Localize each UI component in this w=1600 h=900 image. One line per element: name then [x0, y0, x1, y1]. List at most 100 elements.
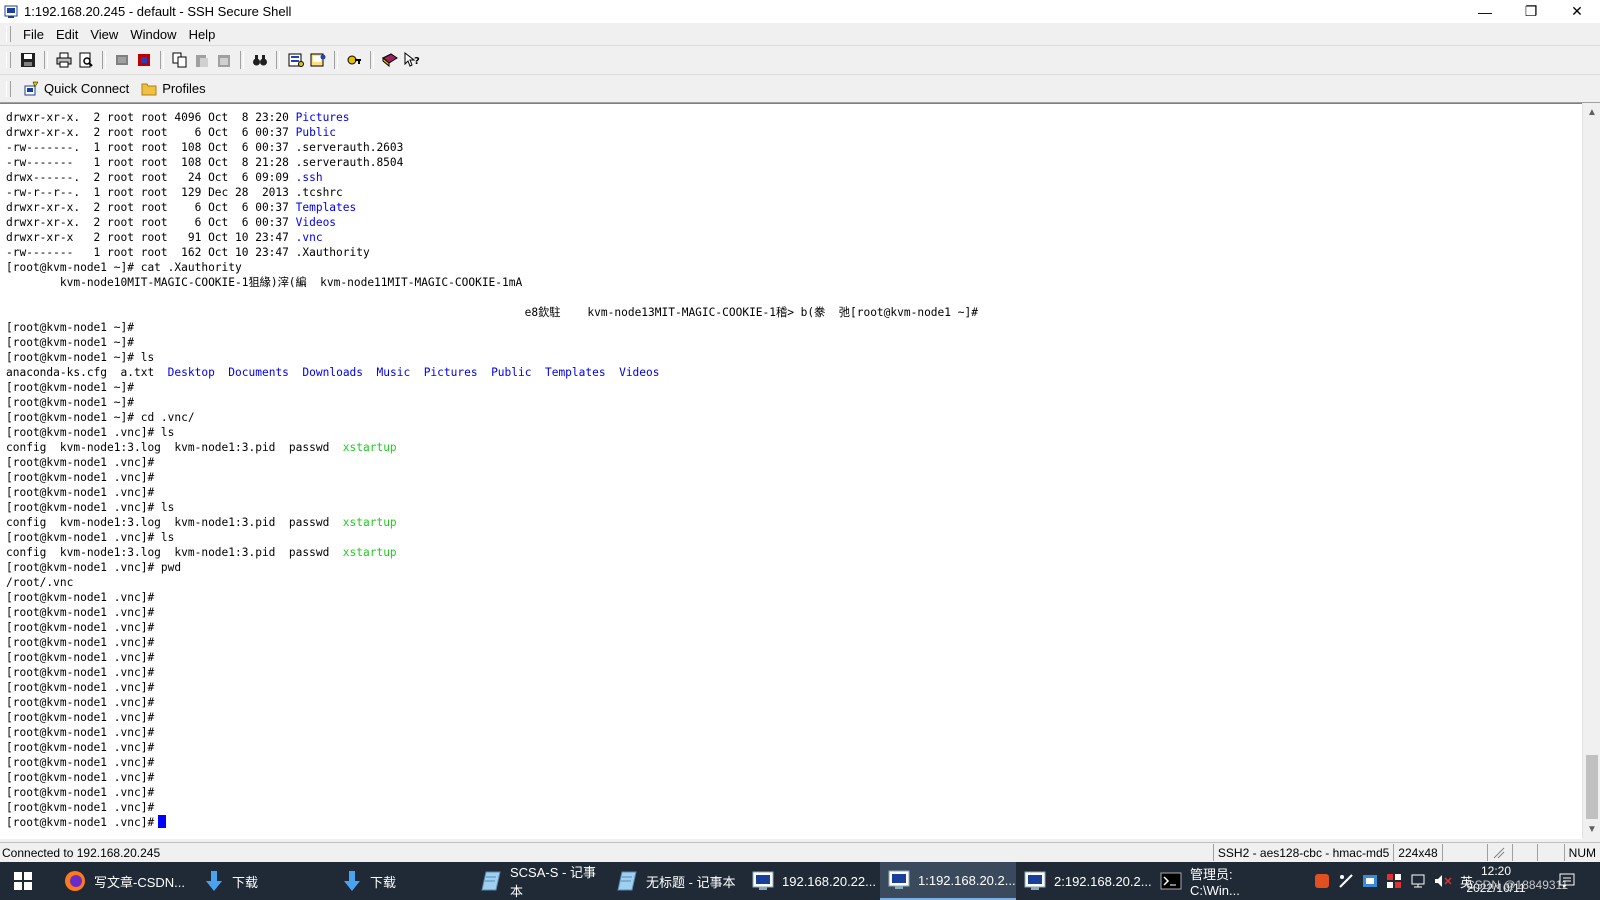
paste-icon[interactable]: [192, 50, 212, 70]
network-icon[interactable]: [1410, 873, 1426, 889]
terminal-text: [root@kvm-node1 .vnc]#: [6, 741, 155, 754]
tray-app-icon[interactable]: [1314, 873, 1330, 889]
cipher-status: SSH2 - aes128-cbc - hmac-md5: [1212, 844, 1393, 861]
terminal-line: [root@kvm-node1 .vnc]#: [6, 680, 978, 695]
restore-button[interactable]: ❐: [1508, 0, 1554, 23]
terminal-text: drwx------. 2 root root 24 Oct 6 09:09: [6, 171, 296, 184]
start-button[interactable]: [0, 862, 46, 900]
terminal-text: anaconda-ks.cfg a.txt: [6, 366, 168, 379]
task-notepad-scsa[interactable]: SCSA-S - 记事本: [472, 862, 608, 900]
terminal-text: drwxr-xr-x. 2 root root 6 Oct 6 00:37: [6, 201, 296, 214]
terminal-text: [root@kvm-node1 .vnc]#: [6, 621, 155, 634]
profiles-label: Profiles: [162, 81, 206, 96]
menu-edit[interactable]: Edit: [50, 27, 84, 42]
task-download-2[interactable]: 下载: [334, 862, 472, 900]
notification-icon: [1559, 873, 1575, 888]
task-cmd[interactable]: 管理员: C:\Win...: [1152, 862, 1292, 900]
scrollbar-thumb[interactable]: [1586, 755, 1598, 819]
copy-icon[interactable]: [170, 50, 190, 70]
terminal-line: [root@kvm-node1 .vnc]#: [6, 590, 978, 605]
quick-connect-bar: Quick Connect Profiles: [0, 75, 1600, 103]
print-icon[interactable]: [54, 50, 74, 70]
terminal-text: [root@kvm-node1 .vnc]# pwd: [6, 561, 182, 574]
profile-icon[interactable]: [308, 50, 328, 70]
terminal-line: [root@kvm-node1 .vnc]#: [6, 800, 978, 815]
tray-tool-icon[interactable]: [1338, 873, 1354, 889]
menu-view[interactable]: View: [84, 27, 124, 42]
title-bar: 1:192.168.20.245 - default - SSH Secure …: [0, 0, 1600, 23]
terminal-text: Templates: [295, 201, 357, 214]
terminal-text: -rw------- 1 root root 162 Oct 10 23:47 …: [6, 246, 370, 259]
minimize-button[interactable]: —: [1462, 0, 1508, 23]
terminal-text: [root@kvm-node1 .vnc]# ls: [6, 531, 175, 544]
terminal-line: [root@kvm-node1 .vnc]#: [6, 470, 978, 485]
new-file-transfer-icon[interactable]: [134, 50, 154, 70]
task-download-1[interactable]: 下载: [196, 862, 334, 900]
print-preview-icon[interactable]: [76, 50, 96, 70]
notification-center[interactable]: [1558, 862, 1576, 900]
terminal-text: [root@kvm-node1 .vnc]#: [6, 651, 155, 664]
menu-window[interactable]: Window: [124, 27, 182, 42]
task-notepad-untitled[interactable]: 无标题 - 记事本: [608, 862, 744, 900]
terminal-scrollbar[interactable]: ▲ ▼: [1582, 103, 1600, 838]
terminal-line: [root@kvm-node1 .vnc]#: [6, 755, 978, 770]
terminal-text: [root@kvm-node1 .vnc]#: [6, 606, 155, 619]
terminal-line: -rw------- 1 root root 108 Oct 8 21:28 .…: [6, 155, 978, 170]
terminal-line: /root/.vnc: [6, 575, 978, 590]
tray-security-icon[interactable]: [1386, 873, 1402, 889]
settings-icon[interactable]: [286, 50, 306, 70]
terminal-text: Public: [491, 366, 532, 379]
csdn-watermark: CSDN @18849311: [1466, 878, 1569, 892]
task-ssh-192-22[interactable]: 192.168.20.22...: [744, 862, 880, 900]
new-terminal-icon[interactable]: [112, 50, 132, 70]
save-icon[interactable]: [18, 50, 38, 70]
terminal-line: [root@kvm-node1 ~]# cat .Xauthority: [6, 260, 978, 275]
help-book-icon[interactable]: [380, 50, 400, 70]
task-firefox[interactable]: 写文章-CSDN...: [56, 862, 196, 900]
terminal-text: [root@kvm-node1 .vnc]#: [6, 591, 155, 604]
terminal-line: [root@kvm-node1 ~]#: [6, 395, 978, 410]
profiles-button[interactable]: Profiles: [135, 78, 211, 100]
task-label: SCSA-S - 记事本: [510, 865, 596, 899]
paste-special-icon[interactable]: [214, 50, 234, 70]
text-cursor: [158, 815, 167, 828]
toolbar-grip: [6, 52, 11, 68]
task-ssh-1[interactable]: 1:192.168.20.2...: [880, 862, 1016, 900]
terminal-line: [root@kvm-node1 .vnc]#: [6, 455, 978, 470]
task-label: 写文章-CSDN...: [94, 874, 186, 890]
find-icon[interactable]: [250, 50, 270, 70]
terminal-text: kvm-node10MIT-MAGIC-COOKIE-1狙緣)滓(編 kvm-n…: [6, 276, 523, 289]
terminal-text: [root@kvm-node1 .vnc]#: [6, 771, 155, 784]
terminal-output: drwxr-xr-x. 2 root root 4096 Oct 8 23:20…: [6, 110, 978, 830]
windows-logo-icon: [14, 872, 32, 890]
terminal-text: /root/.vnc: [6, 576, 74, 589]
task-ssh-2[interactable]: 2:192.168.20.2...: [1016, 862, 1152, 900]
terminal-text: [root@kvm-node1 ~]#: [6, 396, 134, 409]
scroll-down-icon[interactable]: ▼: [1583, 820, 1600, 838]
terminal-text: config kvm-node1:3.log kvm-node1:3.pid p…: [6, 441, 343, 454]
task-label: 下载: [232, 874, 259, 890]
tray-network-app-icon[interactable]: [1362, 873, 1378, 889]
close-button[interactable]: ✕: [1554, 0, 1600, 23]
scroll-up-icon[interactable]: ▲: [1583, 103, 1600, 121]
window-title: 1:192.168.20.245 - default - SSH Secure …: [24, 4, 292, 19]
download-icon: [344, 871, 360, 891]
menu-bar: File Edit View Window Help: [0, 23, 1600, 46]
volume-muted-icon[interactable]: [1434, 873, 1452, 889]
terminal-pane[interactable]: drwxr-xr-x. 2 root root 4096 Oct 8 23:20…: [0, 103, 1582, 839]
terminal-line: [root@kvm-node1 .vnc]# ls: [6, 530, 978, 545]
terminal-line: anaconda-ks.cfg a.txt Desktop Documents …: [6, 365, 978, 380]
menubar-grip: [6, 26, 11, 42]
svg-text:?: ?: [414, 56, 420, 67]
keygen-icon[interactable]: [344, 50, 364, 70]
terminal-text: config kvm-node1:3.log kvm-node1:3.pid p…: [6, 546, 343, 559]
terminal-line: e8欽駐 kvm-node13MIT-MAGIC-COOKIE-1稽> b(豢 …: [6, 305, 978, 320]
terminal-text: [root@kvm-node1 ~]#: [6, 321, 134, 334]
quick-connect-button[interactable]: Quick Connect: [17, 78, 135, 100]
terminal-text: [root@kvm-node1 .vnc]#: [6, 681, 155, 694]
whats-this-icon[interactable]: ?: [402, 50, 422, 70]
notepad-icon: [481, 871, 501, 891]
menu-file[interactable]: File: [17, 27, 50, 42]
menu-help[interactable]: Help: [183, 27, 222, 42]
ssh-icon: [888, 870, 910, 889]
